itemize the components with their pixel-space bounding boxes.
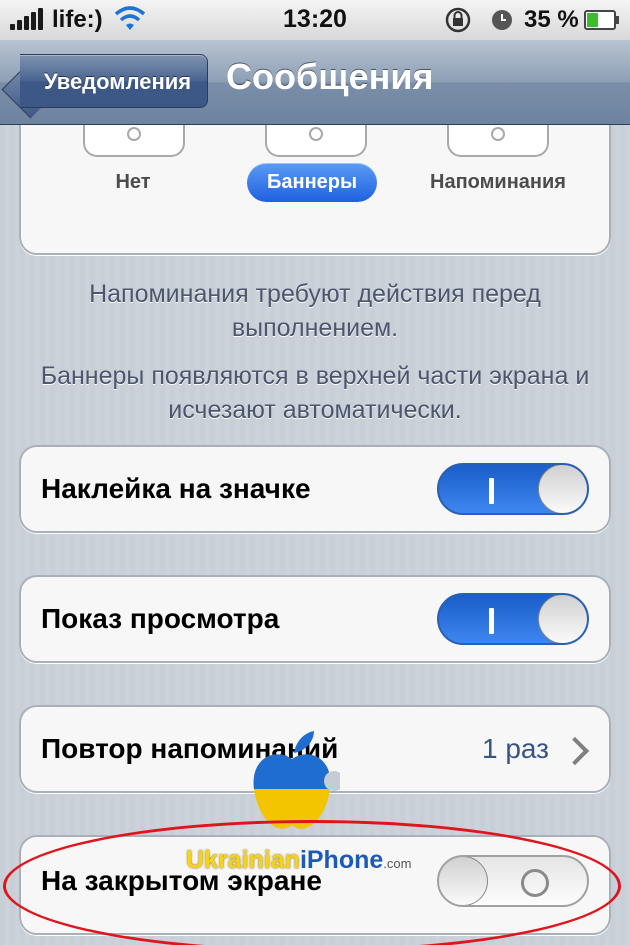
preview-toggle[interactable]: [437, 593, 589, 645]
battery-icon: [584, 10, 619, 30]
row-badge[interactable]: Наклейка на значке: [19, 445, 611, 533]
lock-screen-toggle[interactable]: [437, 855, 589, 907]
watermark-ukrainian: Ukrainian: [186, 846, 300, 874]
row-preview[interactable]: Показ просмотра: [19, 575, 611, 663]
watermark-iphone: iPhone: [299, 846, 384, 874]
watermark-text: UkrainianiPhone.com: [186, 846, 411, 875]
rotation-lock-icon: [445, 7, 471, 33]
chevron-right-icon: [560, 736, 590, 766]
alarm-icon: [492, 10, 512, 30]
back-button[interactable]: Уведомления: [20, 54, 208, 108]
settings-content[interactable]: Нет Баннеры Напоминания Напоминания треб…: [0, 125, 630, 945]
badge-toggle[interactable]: [437, 463, 589, 515]
alert-style-picker: Нет Баннеры Напоминания: [19, 125, 611, 255]
style-option-none[interactable]: Нет: [93, 171, 173, 194]
footnote-alerts: Напоминания требуют действия перед выпол…: [89, 280, 541, 342]
watermark-dotcom: .com: [383, 856, 412, 871]
footnote-banners: Баннеры появляются в верхней части экран…: [40, 362, 590, 424]
phone-alerts-icon[interactable]: [447, 125, 549, 157]
row-badge-label: Наклейка на значке: [41, 473, 311, 504]
watermark-apple-logo: [253, 731, 340, 829]
page-title: Сообщения: [226, 56, 434, 97]
phone-banners-icon[interactable]: [265, 125, 367, 157]
navigation-bar: Уведомления Сообщения: [0, 40, 630, 125]
row-preview-label: Показ просмотра: [41, 603, 280, 634]
style-option-alerts[interactable]: Напоминания: [413, 171, 583, 194]
repeat-value: 1 раз: [481, 733, 549, 764]
style-option-banners[interactable]: Баннеры: [247, 163, 378, 202]
status-bar: life:) 13:20 35 %: [0, 0, 630, 41]
phone-none-icon[interactable]: [83, 125, 185, 157]
battery-percent: 35 %: [524, 6, 579, 33]
